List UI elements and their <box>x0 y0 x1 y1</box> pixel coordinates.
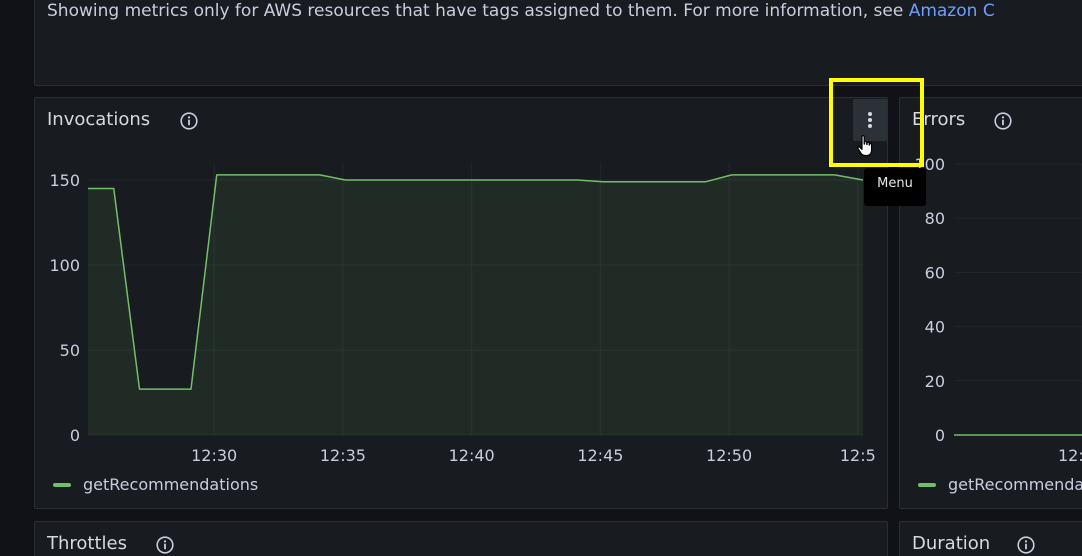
errors-y-tick-label: 20 <box>925 372 945 391</box>
dashboard-page: Showing metrics only for AWS resources t… <box>0 0 1082 556</box>
menu-tooltip: Menu <box>864 162 926 206</box>
throttles-panel-title: Throttles <box>47 533 127 554</box>
errors-x-tick-label: 12: <box>1058 446 1082 465</box>
duration-panel-title: Duration <box>912 533 991 554</box>
info-icon[interactable] <box>156 536 174 554</box>
hand-cursor-icon <box>857 135 873 157</box>
duration-panel: Duration <box>899 521 1082 556</box>
errors-y-tick-label: 0 <box>935 426 945 445</box>
errors-y-tick-label: 40 <box>925 318 945 337</box>
info-icon[interactable] <box>1017 536 1035 554</box>
errors-chart: 10080604020012: <box>914 155 1082 465</box>
errors-y-tick-label: 80 <box>925 209 945 228</box>
throttles-panel: Throttles <box>34 521 888 556</box>
errors-y-tick-label: 60 <box>925 263 945 282</box>
